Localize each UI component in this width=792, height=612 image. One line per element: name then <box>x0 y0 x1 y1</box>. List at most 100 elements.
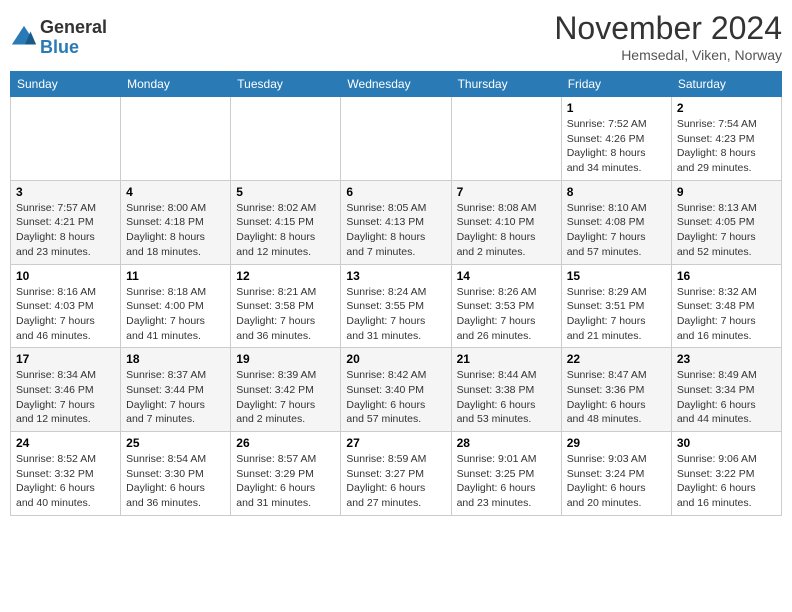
cell-week4-day5: 22 Sunrise: 8:47 AM Sunset: 3:36 PM Dayli… <box>561 348 671 432</box>
page-header: General Blue November 2024 Hemsedal, Vik… <box>10 10 782 63</box>
day-info: Sunrise: 8:59 AM Sunset: 3:27 PM Dayligh… <box>346 452 445 511</box>
day-number: 29 <box>567 436 666 450</box>
cell-week1-day5: 1 Sunrise: 7:52 AM Sunset: 4:26 PM Daylig… <box>561 97 671 181</box>
day-info: Sunrise: 9:03 AM Sunset: 3:24 PM Dayligh… <box>567 452 666 511</box>
logo-general: General <box>40 18 107 38</box>
cell-week1-day4 <box>451 97 561 181</box>
day-number: 6 <box>346 185 445 199</box>
cell-week4-day1: 18 Sunrise: 8:37 AM Sunset: 3:44 PM Dayli… <box>121 348 231 432</box>
day-number: 14 <box>457 269 556 283</box>
cell-week5-day1: 25 Sunrise: 8:54 AM Sunset: 3:30 PM Dayli… <box>121 432 231 516</box>
logo: General Blue <box>10 18 107 58</box>
cell-week1-day1 <box>121 97 231 181</box>
week-row-4: 17Sunrise: 8:34 AM Sunset: 3:46 PM Dayli… <box>11 348 782 432</box>
week-row-2: 3 Sunrise: 7:57 AM Sunset: 4:21 PM Daylig… <box>11 180 782 264</box>
day-info: Sunrise: 8:00 AM Sunset: 4:18 PM Dayligh… <box>126 201 225 260</box>
day-number: 24 <box>16 436 115 450</box>
day-info: Sunrise: 8:49 AM Sunset: 3:34 PM Dayligh… <box>677 368 776 427</box>
day-number: 1 <box>567 101 666 115</box>
cell-week2-day1: 4 Sunrise: 8:00 AM Sunset: 4:18 PM Daylig… <box>121 180 231 264</box>
day-info: Sunrise: 8:13 AM Sunset: 4:05 PM Dayligh… <box>677 201 776 260</box>
day-number: 11 <box>126 269 225 283</box>
cell-week2-day4: 7Sunrise: 8:08 AM Sunset: 4:10 PM Daylig… <box>451 180 561 264</box>
cell-week1-day6: 2 Sunrise: 7:54 AM Sunset: 4:23 PM Daylig… <box>671 97 781 181</box>
cell-week3-day4: 14Sunrise: 8:26 AM Sunset: 3:53 PM Dayli… <box>451 264 561 348</box>
day-info: Sunrise: 8:16 AM Sunset: 4:03 PM Dayligh… <box>16 285 115 344</box>
day-info: Sunrise: 7:52 AM Sunset: 4:26 PM Dayligh… <box>567 117 666 176</box>
day-info: Sunrise: 8:37 AM Sunset: 3:44 PM Dayligh… <box>126 368 225 427</box>
day-number: 17 <box>16 352 115 366</box>
day-number: 7 <box>457 185 556 199</box>
day-number: 13 <box>346 269 445 283</box>
day-number: 10 <box>16 269 115 283</box>
day-info: Sunrise: 8:54 AM Sunset: 3:30 PM Dayligh… <box>126 452 225 511</box>
header-saturday: Saturday <box>671 72 781 97</box>
day-info: Sunrise: 9:06 AM Sunset: 3:22 PM Dayligh… <box>677 452 776 511</box>
day-info: Sunrise: 8:52 AM Sunset: 3:32 PM Dayligh… <box>16 452 115 511</box>
day-info: Sunrise: 8:29 AM Sunset: 3:51 PM Dayligh… <box>567 285 666 344</box>
logo-text: General Blue <box>40 18 107 58</box>
logo-icon <box>10 24 38 52</box>
header-tuesday: Tuesday <box>231 72 341 97</box>
day-number: 21 <box>457 352 556 366</box>
header-row: Sunday Monday Tuesday Wednesday Thursday… <box>11 72 782 97</box>
cell-week5-day0: 24 Sunrise: 8:52 AM Sunset: 3:32 PM Dayli… <box>11 432 121 516</box>
day-info: Sunrise: 8:57 AM Sunset: 3:29 PM Dayligh… <box>236 452 335 511</box>
day-number: 16 <box>677 269 776 283</box>
cell-week4-day2: 19Sunrise: 8:39 AM Sunset: 3:42 PM Dayli… <box>231 348 341 432</box>
week-row-1: 1 Sunrise: 7:52 AM Sunset: 4:26 PM Daylig… <box>11 97 782 181</box>
day-number: 8 <box>567 185 666 199</box>
cell-week2-day5: 8 Sunrise: 8:10 AM Sunset: 4:08 PM Daylig… <box>561 180 671 264</box>
title-block: November 2024 Hemsedal, Viken, Norway <box>554 10 782 63</box>
header-friday: Friday <box>561 72 671 97</box>
header-sunday: Sunday <box>11 72 121 97</box>
cell-week3-day2: 12 Sunrise: 8:21 AM Sunset: 3:58 PM Dayli… <box>231 264 341 348</box>
cell-week5-day5: 29 Sunrise: 9:03 AM Sunset: 3:24 PM Dayli… <box>561 432 671 516</box>
cell-week3-day1: 11Sunrise: 8:18 AM Sunset: 4:00 PM Dayli… <box>121 264 231 348</box>
week-row-3: 10 Sunrise: 8:16 AM Sunset: 4:03 PM Dayli… <box>11 264 782 348</box>
day-info: Sunrise: 7:54 AM Sunset: 4:23 PM Dayligh… <box>677 117 776 176</box>
header-monday: Monday <box>121 72 231 97</box>
day-number: 20 <box>346 352 445 366</box>
month-year: November 2024 <box>554 10 782 47</box>
calendar-table: Sunday Monday Tuesday Wednesday Thursday… <box>10 71 782 516</box>
cell-week2-day3: 6 Sunrise: 8:05 AM Sunset: 4:13 PM Daylig… <box>341 180 451 264</box>
cell-week3-day0: 10 Sunrise: 8:16 AM Sunset: 4:03 PM Dayli… <box>11 264 121 348</box>
day-info: Sunrise: 8:10 AM Sunset: 4:08 PM Dayligh… <box>567 201 666 260</box>
day-info: Sunrise: 8:21 AM Sunset: 3:58 PM Dayligh… <box>236 285 335 344</box>
day-info: Sunrise: 8:44 AM Sunset: 3:38 PM Dayligh… <box>457 368 556 427</box>
week-row-5: 24 Sunrise: 8:52 AM Sunset: 3:32 PM Dayli… <box>11 432 782 516</box>
day-info: Sunrise: 8:32 AM Sunset: 3:48 PM Dayligh… <box>677 285 776 344</box>
cell-week5-day3: 27Sunrise: 8:59 AM Sunset: 3:27 PM Dayli… <box>341 432 451 516</box>
day-info: Sunrise: 8:42 AM Sunset: 3:40 PM Dayligh… <box>346 368 445 427</box>
cell-week1-day2 <box>231 97 341 181</box>
day-number: 30 <box>677 436 776 450</box>
header-wednesday: Wednesday <box>341 72 451 97</box>
calendar-header: Sunday Monday Tuesday Wednesday Thursday… <box>11 72 782 97</box>
day-info: Sunrise: 8:05 AM Sunset: 4:13 PM Dayligh… <box>346 201 445 260</box>
cell-week3-day3: 13Sunrise: 8:24 AM Sunset: 3:55 PM Dayli… <box>341 264 451 348</box>
logo-blue: Blue <box>40 38 107 58</box>
cell-week1-day0 <box>11 97 121 181</box>
day-info: Sunrise: 9:01 AM Sunset: 3:25 PM Dayligh… <box>457 452 556 511</box>
day-number: 5 <box>236 185 335 199</box>
day-number: 9 <box>677 185 776 199</box>
day-number: 22 <box>567 352 666 366</box>
cell-week3-day6: 16 Sunrise: 8:32 AM Sunset: 3:48 PM Dayli… <box>671 264 781 348</box>
day-number: 12 <box>236 269 335 283</box>
cell-week3-day5: 15Sunrise: 8:29 AM Sunset: 3:51 PM Dayli… <box>561 264 671 348</box>
day-number: 2 <box>677 101 776 115</box>
day-number: 3 <box>16 185 115 199</box>
day-number: 19 <box>236 352 335 366</box>
cell-week4-day3: 20 Sunrise: 8:42 AM Sunset: 3:40 PM Dayli… <box>341 348 451 432</box>
cell-week1-day3 <box>341 97 451 181</box>
day-info: Sunrise: 7:57 AM Sunset: 4:21 PM Dayligh… <box>16 201 115 260</box>
day-number: 4 <box>126 185 225 199</box>
day-number: 18 <box>126 352 225 366</box>
header-thursday: Thursday <box>451 72 561 97</box>
calendar-body: 1 Sunrise: 7:52 AM Sunset: 4:26 PM Daylig… <box>11 97 782 516</box>
day-info: Sunrise: 8:02 AM Sunset: 4:15 PM Dayligh… <box>236 201 335 260</box>
day-info: Sunrise: 8:47 AM Sunset: 3:36 PM Dayligh… <box>567 368 666 427</box>
day-number: 25 <box>126 436 225 450</box>
cell-week2-day2: 5 Sunrise: 8:02 AM Sunset: 4:15 PM Daylig… <box>231 180 341 264</box>
